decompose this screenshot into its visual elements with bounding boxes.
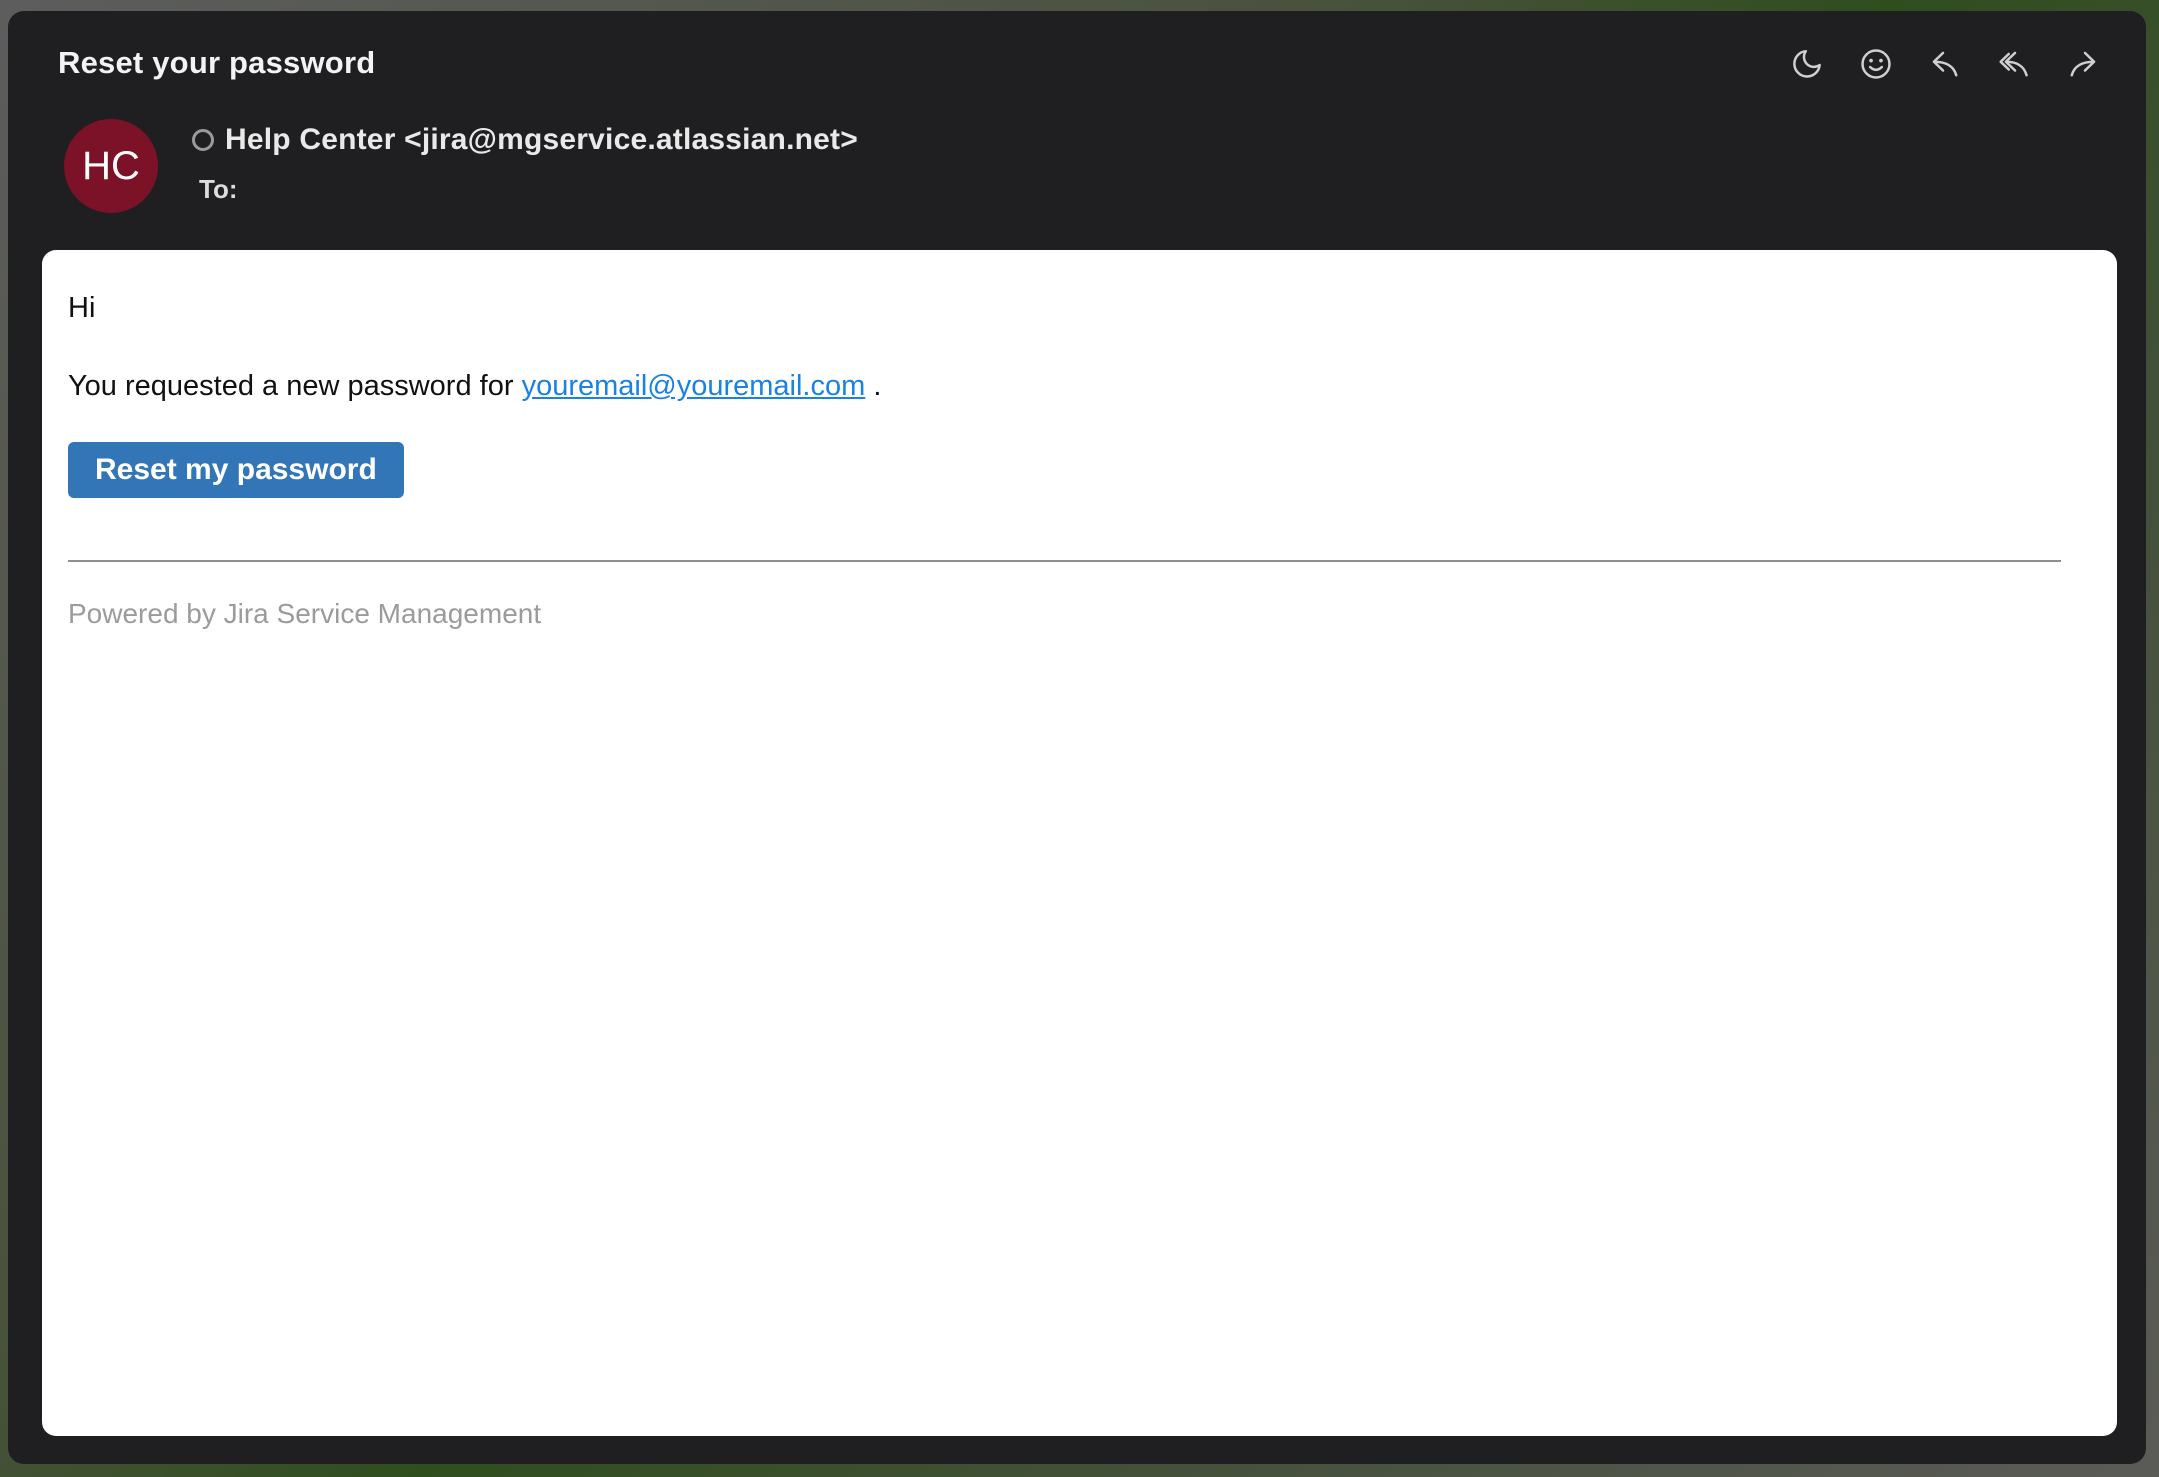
message-subject: Reset your password	[58, 45, 375, 81]
sender-block: HC Help Center <jira@mgservice.atlassian…	[8, 119, 2146, 213]
body-text-suffix: .	[865, 370, 881, 402]
message-toolbar	[1790, 47, 2100, 81]
mail-message-window: Reset your password	[8, 11, 2146, 1464]
message-header: Reset your password	[8, 11, 2146, 81]
reply-icon	[1928, 47, 1962, 81]
footer-divider	[68, 560, 2061, 562]
sender-avatar: HC	[64, 119, 158, 213]
emoji-reaction-button[interactable]	[1859, 47, 1893, 81]
sender-meta: Help Center <jira@mgservice.atlassian.ne…	[192, 119, 858, 205]
forward-icon	[2066, 47, 2100, 81]
sender-name: Help Center <jira@mgservice.atlassian.ne…	[225, 123, 858, 157]
reply-button[interactable]	[1928, 47, 1962, 81]
forward-button[interactable]	[2066, 47, 2100, 81]
greeting-text: Hi	[68, 290, 2061, 326]
body-text-prefix: You requested a new password for	[68, 370, 522, 402]
powered-by-text: Powered by Jira Service Management	[68, 598, 2061, 630]
email-body-panel: Hi You requested a new password for your…	[42, 250, 2117, 1436]
body-text: You requested a new password for yourema…	[68, 366, 2061, 406]
reset-password-button[interactable]: Reset my password	[68, 442, 404, 498]
snooze-button[interactable]	[1790, 47, 1824, 81]
reply-all-icon	[1997, 47, 2031, 81]
reply-all-button[interactable]	[1997, 47, 2031, 81]
circle-outline-icon[interactable]	[192, 129, 214, 151]
moon-icon	[1790, 47, 1824, 81]
to-label: To:	[199, 174, 858, 205]
email-address-link[interactable]: youremail@youremail.com	[522, 370, 866, 402]
smiley-icon	[1859, 47, 1893, 81]
